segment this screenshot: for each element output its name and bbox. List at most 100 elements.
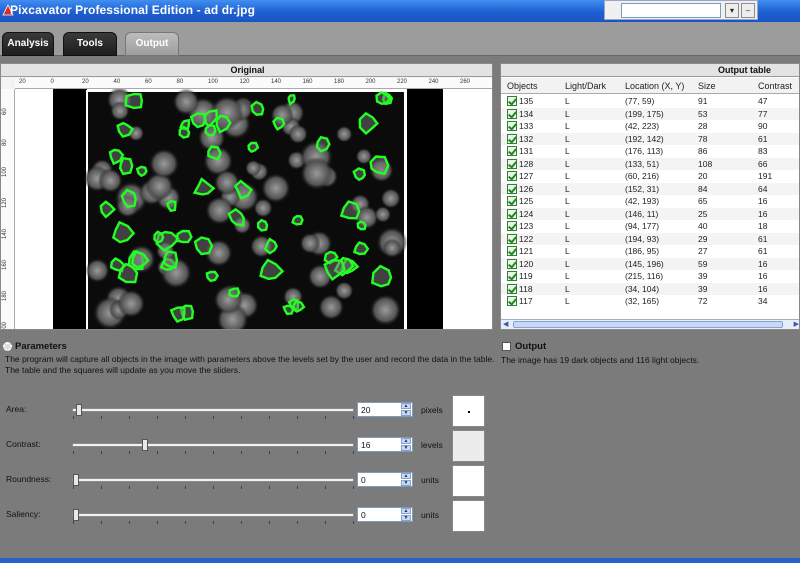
scroll-right-icon[interactable]: ▶	[794, 320, 799, 329]
detected-object-outline[interactable]	[162, 250, 179, 270]
detected-object-outline[interactable]	[124, 92, 144, 110]
slider-track[interactable]	[72, 404, 354, 419]
tab-output[interactable]: Output	[125, 32, 179, 56]
row-checkbox[interactable]	[507, 271, 517, 281]
table-row[interactable]: 121 L (186, 95) 27 61	[501, 245, 799, 258]
slider-knob[interactable]	[73, 474, 79, 486]
chevron-down-icon[interactable]: ▾	[725, 3, 739, 18]
table-row[interactable]: 128 L (133, 51) 108 66	[501, 157, 799, 170]
value-spinbox[interactable]: 16 ▲ ▼	[357, 437, 413, 452]
slider-knob[interactable]	[73, 509, 79, 521]
detected-object-outline[interactable]	[175, 229, 193, 244]
detected-object-outline[interactable]	[250, 100, 265, 116]
table-row[interactable]: 132 L (192, 142) 78 61	[501, 132, 799, 145]
slider-knob[interactable]	[75, 404, 82, 416]
col-objects[interactable]: Objects	[507, 81, 538, 91]
detected-object-outline[interactable]	[369, 155, 390, 176]
row-checkbox[interactable]	[507, 108, 517, 119]
spinbox-value[interactable]: 20	[361, 405, 370, 415]
chevron-up-icon[interactable]: ▲	[401, 438, 411, 444]
chevron-down-icon[interactable]: ▼	[401, 445, 411, 451]
row-checkbox[interactable]	[507, 208, 517, 219]
combo-field[interactable]	[621, 3, 721, 18]
slider-track[interactable]	[72, 509, 354, 524]
detected-object-outline[interactable]	[282, 304, 295, 316]
table-row[interactable]: 123 L (94, 177) 40 18	[501, 220, 799, 233]
spinbox-value[interactable]: 16	[361, 440, 370, 450]
row-checkbox[interactable]	[507, 183, 517, 194]
row-checkbox[interactable]	[507, 258, 517, 269]
detected-object-outline[interactable]	[165, 200, 177, 213]
col-contrast[interactable]: Contrast	[758, 81, 792, 91]
value-spinbox[interactable]: 0 ▲ ▼	[357, 507, 413, 522]
value-spinbox[interactable]: 20 ▲ ▼	[357, 402, 413, 417]
tab-tools[interactable]: Tools	[63, 32, 117, 56]
table-row[interactable]: 122 L (194, 93) 29 61	[501, 232, 799, 245]
table-row[interactable]: 118 L (34, 104) 39 16	[501, 282, 799, 295]
chevron-up-icon[interactable]: ▲	[401, 403, 411, 409]
minimize-icon[interactable]: –	[741, 3, 755, 18]
top-combo[interactable]: ▾ –	[604, 0, 758, 20]
detected-object-outline[interactable]	[207, 145, 222, 161]
col-size[interactable]: Size	[698, 81, 716, 91]
detected-object-outline[interactable]	[153, 230, 165, 245]
size-preview-square	[452, 500, 485, 532]
row-checkbox[interactable]	[507, 171, 517, 181]
table-row[interactable]: 133 L (42, 223) 28 90	[501, 120, 799, 133]
detected-object-outline[interactable]	[247, 141, 260, 153]
row-checkbox[interactable]	[507, 296, 517, 306]
detected-object-outline[interactable]	[178, 125, 191, 139]
table-row[interactable]: 127 L (60, 216) 20 191	[501, 170, 799, 183]
detected-object-outline[interactable]	[291, 214, 304, 226]
row-checkbox[interactable]	[507, 196, 517, 206]
detected-object-outline[interactable]	[205, 270, 220, 283]
row-checkbox[interactable]	[507, 283, 517, 294]
detected-object-outline[interactable]	[204, 124, 217, 137]
row-checkbox[interactable]	[507, 158, 517, 169]
detected-object-outline[interactable]	[118, 156, 134, 176]
col-light-dark[interactable]: Light/Dark	[565, 81, 606, 91]
row-checkbox[interactable]	[507, 221, 517, 231]
detected-object-outline[interactable]	[315, 135, 331, 153]
col-location[interactable]: Location (X, Y)	[625, 81, 684, 91]
row-checkbox[interactable]	[507, 246, 517, 256]
detected-object-outline[interactable]	[356, 220, 367, 231]
detected-object-outline[interactable]	[108, 148, 125, 166]
horizontal-scrollbar[interactable]: ◀ ▶	[501, 319, 799, 329]
row-checkbox[interactable]	[507, 233, 517, 244]
table-row[interactable]: 117 L (32, 165) 72 34	[501, 295, 799, 308]
table-row[interactable]: 131 L (176, 113) 86 83	[501, 145, 799, 158]
table-row[interactable]: 126 L (152, 31) 84 64	[501, 182, 799, 195]
detected-object-outline[interactable]	[256, 218, 269, 232]
chevron-up-icon[interactable]: ▲	[401, 473, 411, 479]
image-canvas[interactable]	[15, 87, 493, 330]
detected-object-outline[interactable]	[352, 167, 367, 182]
detected-object-outline[interactable]	[228, 287, 241, 298]
chevron-down-icon[interactable]: ▼	[401, 515, 411, 521]
table-row[interactable]: 135 L (77, 59) 91 47	[501, 95, 799, 108]
table-row[interactable]: 125 L (42, 193) 65 16	[501, 195, 799, 208]
table-row[interactable]: 124 L (146, 11) 25 16	[501, 207, 799, 220]
microscopy-image[interactable]	[15, 87, 493, 330]
scroll-thumb[interactable]	[513, 321, 783, 328]
chevron-down-icon[interactable]: ▼	[401, 480, 411, 486]
detected-object-outline[interactable]	[287, 94, 296, 106]
row-checkbox[interactable]	[507, 133, 517, 144]
chevron-up-icon[interactable]: ▲	[401, 508, 411, 514]
slider-knob[interactable]	[141, 439, 148, 451]
table-row[interactable]: 119 L (215, 116) 39 16	[501, 270, 799, 283]
tab-analysis[interactable]: Analysis	[2, 32, 54, 56]
table-row[interactable]: 120 L (145, 196) 59 16	[501, 257, 799, 270]
slider-track[interactable]	[72, 439, 354, 454]
table-row[interactable]: 134 L (199, 175) 53 77	[501, 107, 799, 120]
value-spinbox[interactable]: 0 ▲ ▼	[357, 472, 413, 487]
row-checkbox[interactable]	[507, 96, 517, 106]
scroll-left-icon[interactable]: ◀	[503, 320, 508, 329]
slider-track[interactable]	[72, 474, 354, 489]
row-checkbox[interactable]	[507, 121, 517, 131]
chevron-down-icon[interactable]: ▼	[401, 410, 411, 416]
spinbox-value[interactable]: 0	[361, 475, 366, 485]
row-checkbox[interactable]	[507, 146, 517, 156]
detected-object-outline[interactable]	[135, 165, 148, 178]
spinbox-value[interactable]: 0	[361, 510, 366, 520]
